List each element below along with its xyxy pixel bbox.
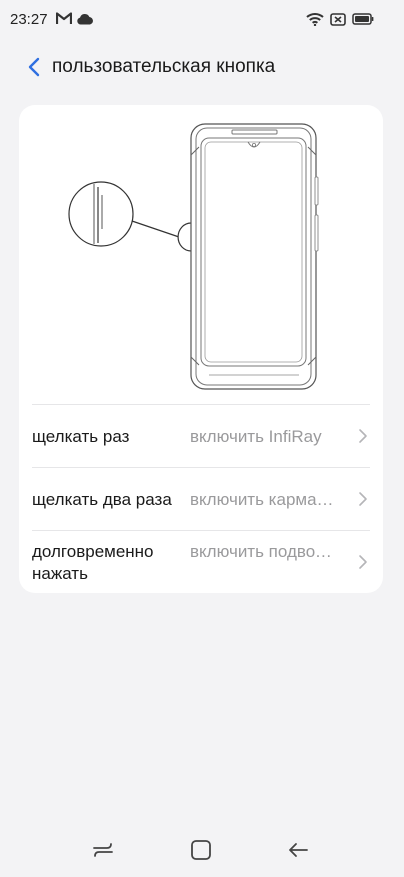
home-icon xyxy=(191,840,211,860)
cloud-icon xyxy=(77,13,93,24)
recent-apps-icon xyxy=(93,843,113,857)
gmail-icon xyxy=(56,12,72,24)
status-left-icons xyxy=(56,12,94,25)
system-nav-bar xyxy=(0,830,404,870)
back-arrow-icon xyxy=(289,843,308,857)
page-title: пользовательская кнопка xyxy=(52,56,276,77)
chevron-right-icon xyxy=(359,429,367,443)
setting-value: включить карманный фонарик xyxy=(190,490,340,509)
nav-back-button[interactable] xyxy=(286,838,310,862)
back-button[interactable] xyxy=(24,55,44,79)
setting-label: щелкать два раза xyxy=(32,490,172,509)
setting-row-long-press[interactable]: долговременно нажать включить подводный … xyxy=(32,531,370,593)
status-right-icons xyxy=(306,12,374,26)
chevron-left-icon xyxy=(28,57,40,77)
chevron-right-icon xyxy=(359,555,367,569)
battery-icon xyxy=(352,13,374,25)
setting-label: щелкать раз xyxy=(32,427,130,446)
setting-row-double-press[interactable]: щелкать два раза включить карманный фона… xyxy=(32,468,370,530)
status-bar: 23:27 xyxy=(0,0,404,40)
setting-row-single-press[interactable]: щелкать раз включить InfiRay xyxy=(32,405,370,467)
home-button[interactable] xyxy=(189,838,213,862)
setting-value: включить подводный режим xyxy=(190,542,340,561)
status-time: 23:27 xyxy=(10,11,48,28)
header: пользовательская кнопка xyxy=(0,52,404,82)
recent-apps-button[interactable] xyxy=(91,838,115,862)
settings-card: щелкать раз включить InfiRay щелкать два… xyxy=(19,105,383,593)
setting-value: включить InfiRay xyxy=(190,427,322,446)
wifi-icon xyxy=(306,13,324,26)
chevron-right-icon xyxy=(359,492,367,506)
setting-label: долговременно нажать xyxy=(32,542,154,583)
no-sim-icon xyxy=(330,12,346,26)
phone-side-button-illustration xyxy=(68,123,319,390)
